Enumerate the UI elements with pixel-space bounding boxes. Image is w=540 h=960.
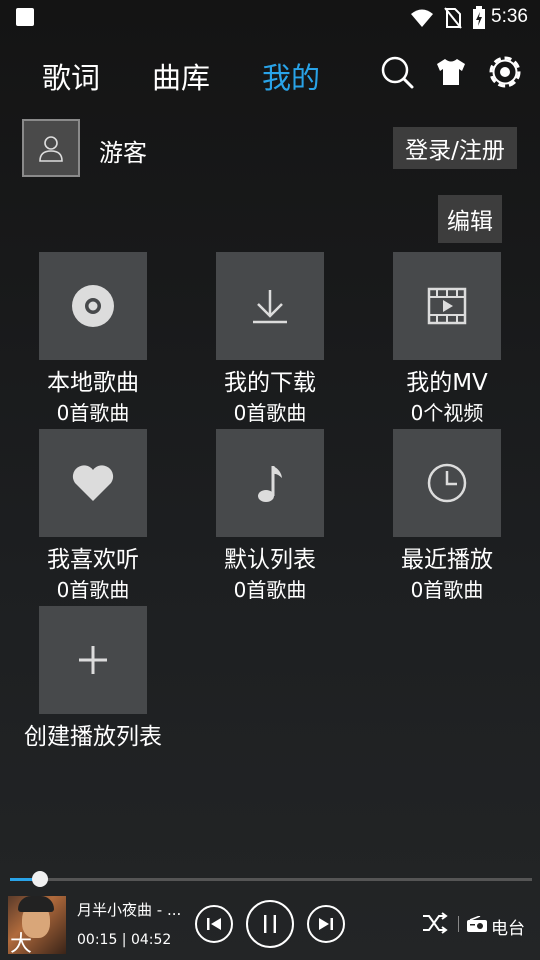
disc-icon	[72, 285, 114, 327]
radio-label[interactable]: 电台	[491, 914, 525, 939]
create-playlist-tile[interactable]	[39, 606, 147, 714]
login-register-button[interactable]: 登录/注册	[393, 127, 517, 169]
user-row: 游客 登录/注册	[22, 119, 522, 179]
next-button[interactable]	[307, 905, 345, 943]
album-cover[interactable]: 大	[8, 896, 66, 954]
my-mv-tile[interactable]	[393, 252, 501, 360]
tab-library[interactable]: 曲库	[152, 55, 210, 97]
download-icon	[253, 290, 287, 324]
default-list-count: 0首歌曲	[233, 578, 307, 602]
search-icon[interactable]	[379, 54, 415, 90]
favorites-title: 我喜欢听	[47, 547, 139, 573]
progress-knob[interactable]	[32, 871, 48, 887]
settings-icon[interactable]	[487, 54, 523, 90]
username: 游客	[99, 139, 147, 167]
no-sim-icon	[444, 7, 462, 29]
status-time: 5:36	[491, 6, 528, 27]
divider	[458, 916, 459, 932]
previous-button[interactable]	[195, 905, 233, 943]
top-nav: 歌词 曲库 我的	[0, 50, 540, 100]
skin-tshirt-icon[interactable]	[433, 54, 469, 90]
user-icon	[39, 136, 63, 162]
recent-play-tile[interactable]	[393, 429, 501, 537]
recent-play-count: 0首歌曲	[410, 578, 484, 602]
avatar[interactable]	[22, 119, 80, 177]
status-bar: 5:36	[0, 0, 540, 36]
default-list-tile[interactable]	[216, 429, 324, 537]
clock-icon	[427, 463, 467, 503]
skip-previous-icon	[207, 918, 221, 930]
mini-player: 大 月半小夜曲 - ... 00:15 | 04:52 电台	[0, 888, 540, 960]
pause-button[interactable]	[246, 900, 294, 948]
tab-mine[interactable]: 我的	[262, 55, 320, 97]
skip-next-icon	[319, 918, 333, 930]
create-playlist-title: 创建播放列表	[24, 724, 162, 750]
heart-icon	[72, 465, 114, 501]
favorites-tile[interactable]	[39, 429, 147, 537]
my-downloads-title: 我的下载	[224, 370, 316, 396]
status-icons	[410, 6, 486, 30]
cover-glyph: 大	[10, 932, 33, 954]
song-title[interactable]: 月半小夜曲 - ...	[77, 899, 181, 920]
radio-icon[interactable]	[466, 916, 488, 933]
favorites-count: 0首歌曲	[56, 578, 130, 602]
default-list-title: 默认列表	[224, 547, 316, 573]
my-mv-count: 0个视频	[410, 401, 484, 425]
play-time: 00:15 | 04:52	[77, 932, 172, 948]
tab-lyrics[interactable]: 歌词	[42, 55, 100, 97]
local-songs-tile[interactable]	[39, 252, 147, 360]
film-icon	[427, 287, 467, 325]
wifi-icon	[411, 9, 433, 27]
music-note-icon	[258, 466, 282, 502]
plus-icon	[79, 646, 107, 674]
notification-icon	[16, 8, 34, 26]
my-mv-title: 我的MV	[406, 370, 488, 396]
local-songs-title: 本地歌曲	[47, 370, 139, 396]
recent-play-title: 最近播放	[401, 547, 493, 573]
battery-charging-icon	[473, 6, 485, 29]
edit-button[interactable]: 编辑	[438, 195, 502, 243]
my-downloads-count: 0首歌曲	[233, 401, 307, 425]
shuffle-icon[interactable]	[422, 912, 448, 934]
my-downloads-tile[interactable]	[216, 252, 324, 360]
local-songs-count: 0首歌曲	[56, 401, 130, 425]
pause-icon	[264, 915, 276, 933]
playback-progress-bar[interactable]	[10, 871, 532, 887]
